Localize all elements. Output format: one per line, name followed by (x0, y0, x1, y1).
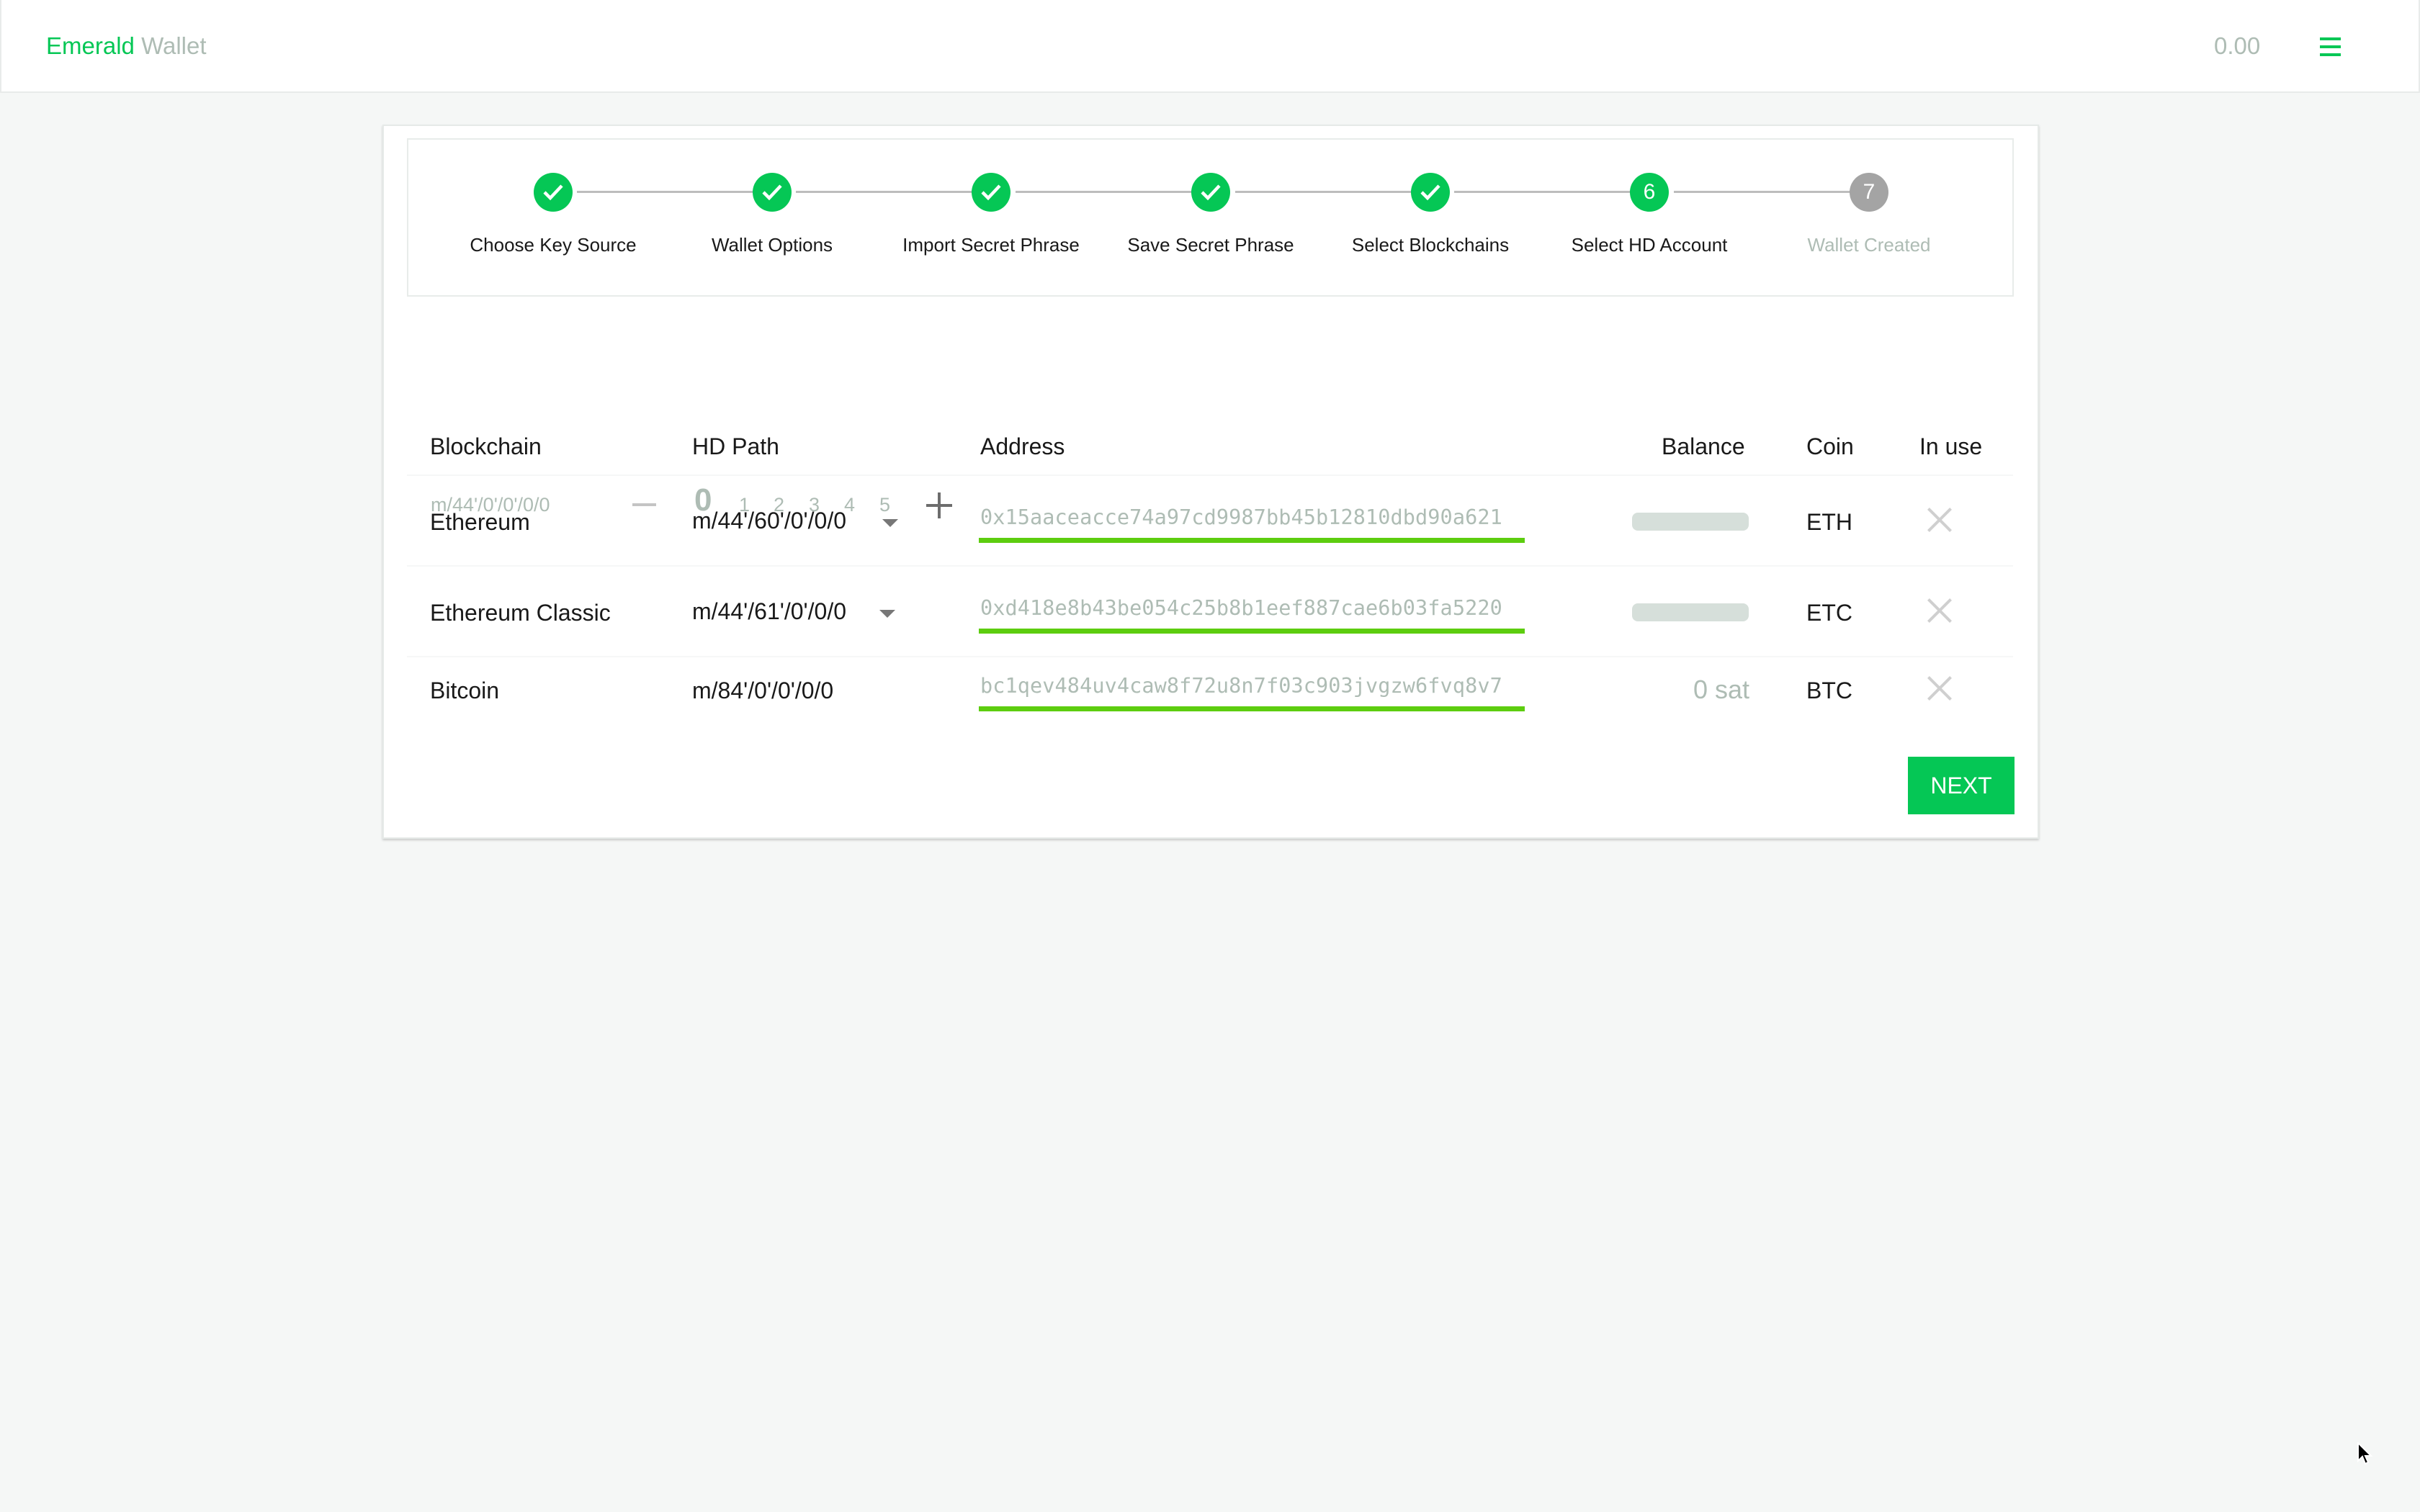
hd-path-value: m/84'/0'/0'/0/0 (692, 678, 834, 703)
step-complete-badge (534, 173, 573, 212)
check-icon (1420, 184, 1440, 201)
wizard-step: Wallet Options (664, 140, 880, 295)
hd-path-value: m/44'/60'/0'/0/0 (692, 508, 847, 534)
address-underline (979, 629, 1525, 634)
close-icon[interactable] (1927, 598, 1952, 623)
address-field[interactable]: bc1qev484uv4caw8f72u8n7f03c903jvgzw6fvq8… (979, 669, 1525, 712)
check-icon (981, 184, 1001, 201)
step-label: Select Blockchains (1351, 234, 1510, 256)
close-icon[interactable] (1927, 676, 1952, 701)
column-header-in-use: In use (1919, 433, 1983, 459)
blockchain-name: Bitcoin (430, 678, 500, 703)
hd-path-select[interactable]: m/44'/61'/0'/0/0 (692, 597, 901, 629)
step-label: Select HD Account (1571, 234, 1728, 256)
address-underline (979, 538, 1525, 543)
total-balance: 0.00 (2214, 32, 2261, 59)
chevron-down-icon (879, 610, 895, 618)
logo-brand: Emerald (46, 32, 135, 59)
row-divider (407, 474, 2013, 476)
next-button[interactable]: NEXT (1908, 757, 2015, 814)
logo-product: Wallet (141, 32, 207, 59)
column-header-coin: Coin (1806, 433, 1854, 459)
hd-path-value: m/44'/61'/0'/0/0 (692, 598, 847, 624)
close-icon[interactable] (1927, 508, 1952, 532)
step-label: Import Secret Phrase (902, 234, 1080, 256)
column-header-blockchain: Blockchain (430, 433, 542, 459)
step-number-badge: 6 (1630, 173, 1669, 212)
address-value: 0x15aaceacce74a97cd9987bb45b12810dbd90a6… (980, 505, 1502, 529)
check-icon (543, 184, 563, 201)
column-header-address: Address (980, 433, 1065, 459)
address-value: 0xd418e8b43be054c25b8b1eef887cae6b03fa52… (980, 596, 1502, 620)
check-icon (1201, 184, 1221, 201)
wizard-step: Save Secret Phrase (1103, 140, 1319, 295)
chevron-down-icon (882, 519, 898, 527)
wizard-step: 6 Select HD Account (1541, 140, 1757, 295)
coin-ticker: ETC (1806, 600, 1852, 626)
check-icon (762, 184, 782, 201)
minus-icon[interactable] (632, 503, 656, 506)
wizard-step: Choose Key Source (445, 140, 661, 295)
coin-ticker: BTC (1806, 678, 1852, 703)
step-number: 6 (1643, 180, 1656, 204)
step-number: 7 (1863, 180, 1876, 204)
row-divider (407, 656, 2013, 657)
step-label: Wallet Created (1807, 234, 1931, 256)
step-complete-badge (753, 173, 792, 212)
blockchain-name: Ethereum (430, 509, 530, 535)
step-complete-badge (1411, 173, 1450, 212)
wizard-stepper: Choose Key Source Wallet Options Import Se… (407, 138, 2014, 297)
create-wallet-card: Choose Key Source Wallet Options Import Se… (382, 125, 2039, 839)
step-complete-badge (972, 173, 1010, 212)
step-complete-badge (1191, 173, 1230, 212)
address-underline (979, 706, 1525, 711)
wizard-step: 7 Wallet Created (1761, 140, 1977, 295)
balance-loading-placeholder (1632, 513, 1749, 531)
hamburger-menu-icon[interactable] (2320, 37, 2341, 56)
balance-value: 0 sat (1693, 675, 1749, 704)
address-value: bc1qev484uv4caw8f72u8n7f03c903jvgzw6fvq8… (980, 674, 1502, 698)
balance-loading-placeholder (1632, 603, 1749, 621)
column-header-balance: Balance (1662, 433, 1745, 459)
blockchain-name: Ethereum Classic (430, 600, 611, 626)
step-number-badge: 7 (1850, 173, 1888, 212)
app-header: Emerald Wallet 0.00 (0, 0, 2420, 93)
mouse-cursor-icon (2357, 1442, 2373, 1465)
address-field[interactable]: 0x15aaceacce74a97cd9987bb45b12810dbd90a6… (979, 500, 1525, 544)
address-field[interactable]: 0xd418e8b43be054c25b8b1eef887cae6b03fa52… (979, 591, 1525, 634)
wizard-step: Import Secret Phrase (883, 140, 1099, 295)
hd-path-select[interactable]: m/44'/60'/0'/0/0 (692, 506, 901, 538)
step-label: Choose Key Source (470, 234, 637, 256)
coin-ticker: ETH (1806, 509, 1852, 535)
step-label: Wallet Options (711, 234, 833, 256)
app-logo[interactable]: Emerald Wallet (46, 32, 207, 60)
row-divider (407, 565, 2013, 567)
wizard-step: Select Blockchains (1322, 140, 1538, 295)
column-header-hd-path: HD Path (692, 433, 779, 459)
plus-icon[interactable] (926, 492, 952, 518)
step-label: Save Secret Phrase (1127, 234, 1294, 256)
